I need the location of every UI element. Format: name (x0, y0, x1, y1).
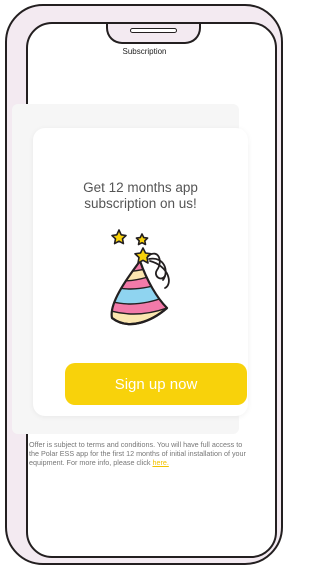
sign-up-button[interactable]: Sign up now (65, 363, 247, 405)
promo-headline-line1: Get 12 months app (83, 180, 198, 195)
promo-card: Get 12 months app subscription on us! Si… (33, 128, 248, 416)
more-info-link[interactable]: here. (152, 458, 168, 467)
phone-notch (106, 24, 201, 44)
star-icon (135, 233, 149, 246)
page-title: Subscription (122, 47, 167, 56)
speaker-icon (130, 28, 177, 33)
disclaimer-body: Offer is subject to terms and conditions… (29, 440, 246, 467)
promo-headline: Get 12 months app subscription on us! (43, 180, 238, 212)
disclaimer-text: Offer is subject to terms and conditions… (29, 440, 249, 467)
star-icon (111, 229, 127, 245)
promo-headline-line2: subscription on us! (84, 196, 197, 211)
party-hat-icon (110, 229, 170, 326)
